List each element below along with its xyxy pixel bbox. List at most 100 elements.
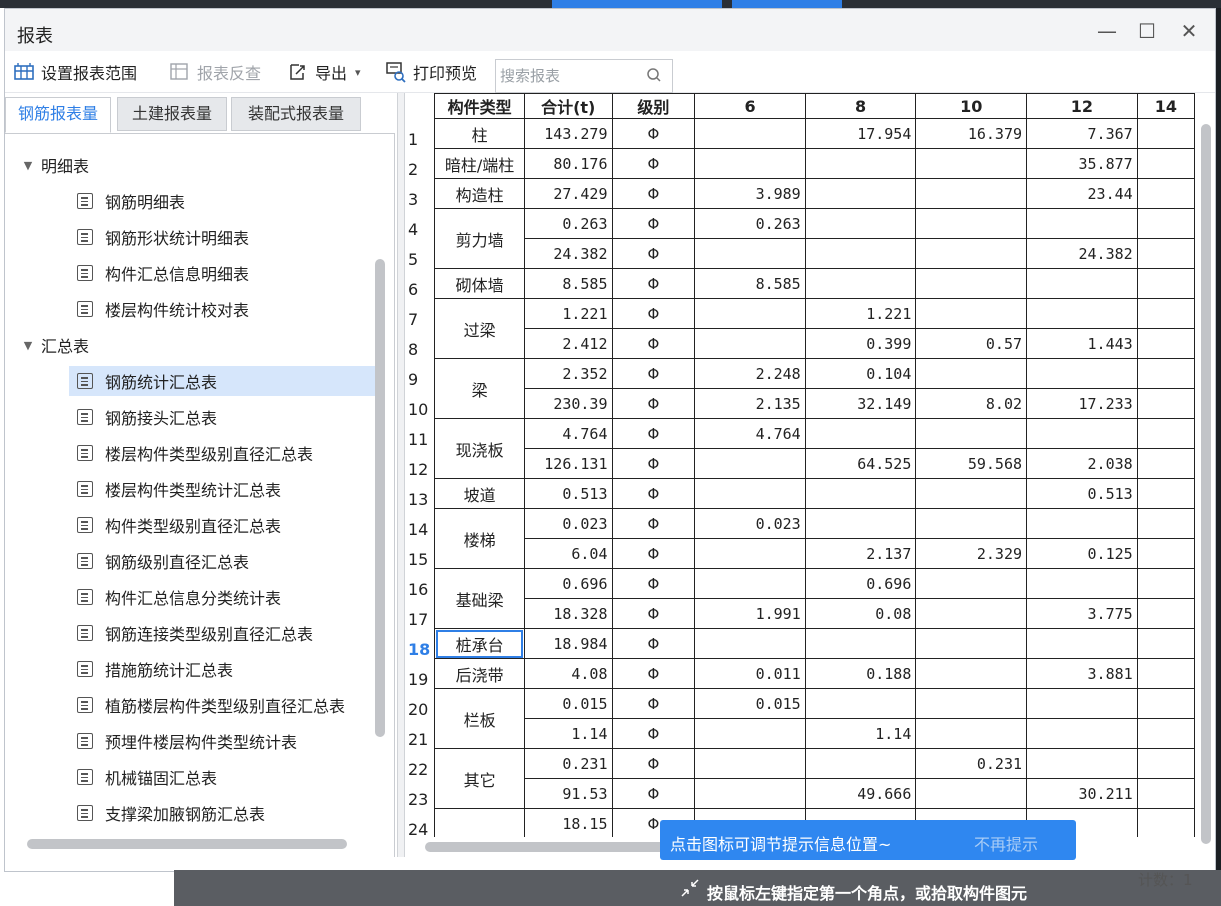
- diameter-cell[interactable]: 0.263: [694, 208, 806, 239]
- diameter-cell[interactable]: [694, 148, 806, 179]
- tree-item[interactable]: 钢筋接头汇总表: [69, 402, 375, 432]
- diameter-cell[interactable]: [694, 568, 806, 599]
- close-button[interactable]: ✕: [1171, 17, 1207, 45]
- row-number[interactable]: 20: [405, 688, 436, 719]
- total-cell[interactable]: 4.764: [523, 418, 613, 449]
- diameter-cell[interactable]: 0.57: [915, 328, 1028, 359]
- component-type-cell[interactable]: 现浇板: [434, 418, 525, 479]
- table-row[interactable]: 16 基础梁 0.696 Φ 0.696: [405, 568, 1195, 629]
- grade-cell[interactable]: Φ: [611, 688, 696, 719]
- diameter-cell[interactable]: [694, 238, 806, 269]
- grade-cell[interactable]: Φ: [611, 358, 696, 389]
- diameter-cell[interactable]: 0.011: [694, 658, 806, 689]
- diameter-cell[interactable]: [915, 358, 1028, 389]
- diameter-cell[interactable]: [1136, 178, 1195, 209]
- diameter-cell[interactable]: [804, 478, 917, 509]
- diameter-cell[interactable]: [1136, 808, 1195, 837]
- grade-cell[interactable]: Φ: [611, 418, 696, 449]
- diameter-cell[interactable]: 2.248: [694, 358, 806, 389]
- diameter-cell[interactable]: [1136, 508, 1195, 539]
- diameter-cell[interactable]: 2.137: [804, 538, 917, 569]
- grade-cell[interactable]: Φ: [611, 238, 696, 269]
- diameter-cell[interactable]: [1136, 448, 1195, 479]
- diameter-cell[interactable]: [915, 628, 1028, 659]
- minimize-button[interactable]: —: [1089, 17, 1125, 45]
- tree-item[interactable]: 钢筋连接类型级别直径汇总表: [69, 618, 375, 648]
- diameter-cell[interactable]: 7.367: [1026, 118, 1138, 149]
- diameter-cell[interactable]: [1136, 118, 1195, 149]
- diameter-cell[interactable]: [915, 208, 1028, 239]
- diameter-cell[interactable]: 35.877: [1026, 148, 1138, 179]
- table-row[interactable]: 22 其它 0.231 Φ 0.231: [405, 748, 1195, 809]
- search-input[interactable]: [500, 61, 640, 91]
- grade-cell[interactable]: Φ: [611, 268, 696, 299]
- diameter-cell[interactable]: [804, 748, 917, 779]
- row-number[interactable]: 6: [405, 268, 436, 299]
- diameter-cell[interactable]: [1026, 298, 1138, 329]
- tree-item[interactable]: 楼层构件统计校对表: [69, 294, 375, 324]
- row-number[interactable]: 3: [405, 178, 436, 209]
- diameter-cell[interactable]: [1026, 628, 1138, 659]
- table-row[interactable]: 6 砌体墙 8.585 Φ 8.585: [405, 268, 1195, 299]
- grade-cell[interactable]: Φ: [611, 658, 696, 689]
- total-cell[interactable]: 4.08: [523, 658, 613, 689]
- table-row[interactable]: 7 过梁 1.221 Φ 1.221: [405, 298, 1195, 359]
- diameter-cell[interactable]: [1136, 328, 1195, 359]
- diameter-cell[interactable]: [915, 658, 1028, 689]
- diameter-cell[interactable]: [1136, 778, 1195, 809]
- row-number[interactable]: 22: [405, 748, 436, 779]
- diameter-cell[interactable]: 0.696: [804, 568, 917, 599]
- diameter-cell[interactable]: [1136, 208, 1195, 239]
- diameter-cell[interactable]: 17.233: [1026, 388, 1138, 419]
- diameter-cell[interactable]: [915, 148, 1028, 179]
- tree-item[interactable]: 构件类型级别直径汇总表: [69, 510, 375, 540]
- tree-group-detail[interactable]: ▼ 明细表: [21, 150, 381, 180]
- tree-item[interactable]: 预埋件楼层构件类型统计表: [69, 726, 375, 756]
- diameter-cell[interactable]: [1026, 208, 1138, 239]
- total-cell[interactable]: 2.412: [523, 328, 613, 359]
- total-cell[interactable]: 0.015: [523, 688, 613, 719]
- total-cell[interactable]: 0.231: [523, 748, 613, 779]
- row-number[interactable]: 13: [405, 478, 436, 509]
- column-header[interactable]: 14: [1136, 93, 1195, 119]
- set-range-button[interactable]: 设置报表范围: [13, 58, 137, 86]
- diameter-cell[interactable]: [694, 628, 806, 659]
- tab-civil-quantity[interactable]: 土建报表量: [117, 97, 227, 131]
- diameter-cell[interactable]: [694, 328, 806, 359]
- diameter-cell[interactable]: [915, 238, 1028, 269]
- diameter-cell[interactable]: 49.666: [804, 778, 917, 809]
- export-button[interactable]: 导出 ▾: [287, 58, 361, 86]
- row-number[interactable]: 9: [405, 358, 436, 389]
- total-cell[interactable]: 1.14: [523, 718, 613, 749]
- row-number[interactable]: 17: [405, 598, 436, 629]
- grade-cell[interactable]: Φ: [611, 598, 696, 629]
- diameter-cell[interactable]: [804, 418, 917, 449]
- total-cell[interactable]: 80.176: [523, 148, 613, 179]
- diameter-cell[interactable]: 17.954: [804, 118, 917, 149]
- grade-cell[interactable]: Φ: [611, 178, 696, 209]
- diameter-cell[interactable]: 4.764: [694, 418, 806, 449]
- diameter-cell[interactable]: 0.104: [804, 358, 917, 389]
- diameter-cell[interactable]: 2.038: [1026, 448, 1138, 479]
- diameter-cell[interactable]: [804, 238, 917, 269]
- row-number[interactable]: 18: [405, 628, 436, 659]
- table-row[interactable]: 20 栏板 0.015 Φ 0.015: [405, 688, 1195, 749]
- tree-item[interactable]: 钢筋形状统计明细表: [69, 222, 375, 252]
- total-cell[interactable]: 6.04: [523, 538, 613, 569]
- tree-group-summary[interactable]: ▼ 汇总表: [21, 330, 381, 360]
- total-cell[interactable]: 27.429: [523, 178, 613, 209]
- total-cell[interactable]: 2.352: [523, 358, 613, 389]
- diameter-cell[interactable]: [915, 568, 1028, 599]
- grade-cell[interactable]: Φ: [611, 118, 696, 149]
- diameter-cell[interactable]: [804, 268, 917, 299]
- component-type-cell[interactable]: [434, 808, 525, 837]
- component-type-cell[interactable]: 基础梁: [434, 568, 525, 629]
- diameter-cell[interactable]: 3.775: [1026, 598, 1138, 629]
- chevron-down-icon[interactable]: ▼: [21, 159, 35, 172]
- hint-tooltip[interactable]: 点击图标可调节提示信息位置~ 不再提示: [660, 820, 1076, 860]
- diameter-cell[interactable]: [694, 118, 806, 149]
- diameter-cell[interactable]: [1026, 718, 1138, 749]
- grade-cell[interactable]: Φ: [611, 208, 696, 239]
- diameter-cell[interactable]: 23.44: [1026, 178, 1138, 209]
- diameter-cell[interactable]: 3.989: [694, 178, 806, 209]
